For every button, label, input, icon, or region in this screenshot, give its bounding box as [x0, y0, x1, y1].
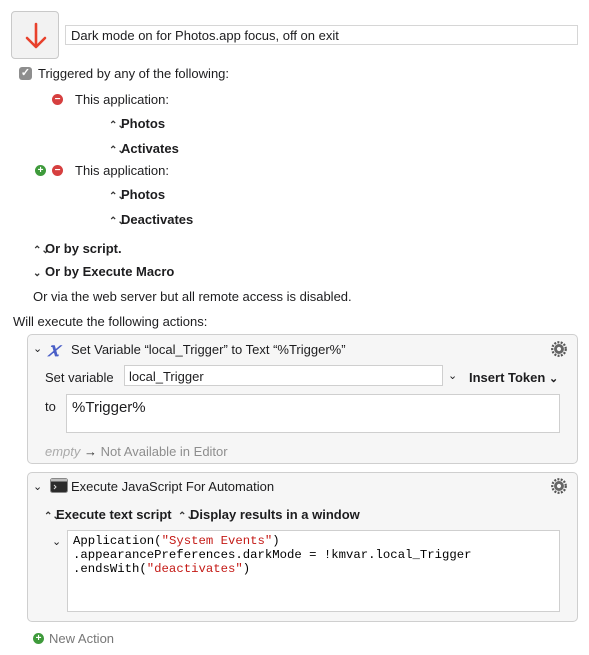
script-editor[interactable]: Application("System Events") .appearance… — [67, 530, 560, 612]
code-string: "deactivates" — [146, 562, 243, 576]
code-token: ) — [272, 534, 280, 548]
code-token: Application( — [73, 534, 162, 548]
execute-option-select[interactable]: ⌃⌄Execute text script — [44, 507, 172, 522]
variable-x-icon: 𝑥 — [48, 337, 60, 361]
remove-trigger-1-icon[interactable]: − — [52, 94, 63, 105]
or-by-execute-macro-label: Or by Execute Macro — [45, 264, 175, 279]
collapse-chevron-icon[interactable]: ⌄ — [33, 342, 42, 355]
new-action-icon[interactable]: + — [33, 633, 44, 644]
updown-chevron-icon: ⌃⌄ — [109, 145, 126, 156]
updown-chevron-icon: ⌃⌄ — [44, 511, 61, 522]
code-string: "System Events" — [161, 534, 273, 548]
new-action-button[interactable]: New Action — [49, 631, 114, 646]
set-variable-title: Set Variable “local_Trigger” to Text “%T… — [71, 342, 346, 357]
trigger-1-app-select[interactable]: ⌃⌄Photos — [109, 116, 165, 131]
updown-chevron-icon: ⌃⌄ — [109, 216, 126, 227]
or-by-script-label: Or by script. — [45, 241, 122, 256]
jxa-title: Execute JavaScript For Automation — [71, 479, 275, 494]
remove-trigger-2-icon[interactable]: − — [52, 165, 63, 176]
actions-heading: Will execute the following actions: — [13, 314, 208, 329]
code-token: ) — [242, 562, 251, 576]
gear-icon[interactable] — [550, 340, 568, 358]
arrow-right-icon: → — [84, 444, 98, 459]
trigger-2-app: Photos — [121, 187, 166, 202]
display-option-label: Display results in a window — [190, 507, 360, 522]
gear-icon[interactable] — [550, 477, 568, 495]
display-option-select[interactable]: ⌃⌄Display results in a window — [178, 507, 360, 522]
triggered-label: Triggered by any of the following: — [38, 66, 230, 81]
chevron-down-icon: ⌄ — [548, 373, 559, 385]
or-by-script-toggle[interactable]: ⌃⌄Or by script. — [33, 241, 122, 256]
code-token: .endsWith( — [73, 562, 147, 576]
add-trigger-icon[interactable]: + — [35, 165, 46, 176]
trigger-1-app: Photos — [121, 116, 166, 131]
arrow-down-icon — [25, 22, 47, 49]
updown-chevron-icon: ⌃⌄ — [109, 191, 126, 202]
insert-token-button[interactable]: Insert Token ⌄ — [469, 370, 558, 385]
empty-label: empty — [45, 444, 81, 459]
code-line-3: .endsWith("deactivates") — [73, 562, 554, 576]
set-variable-action[interactable]: ⌄ 𝑥 Set Variable “local_Trigger” to Text… — [27, 334, 578, 464]
code-token: .appearancePreferences.darkMode = !kmvar… — [73, 548, 472, 562]
trigger-1-event-select[interactable]: ⌃⌄Activates — [109, 141, 179, 156]
macro-icon[interactable] — [11, 11, 59, 59]
to-value-field[interactable]: %Trigger% — [66, 394, 560, 433]
updown-chevron-icon: ⌃⌄ — [178, 511, 195, 522]
insert-token-label: Insert Token — [469, 370, 546, 385]
variable-dropdown-chevron-icon[interactable]: ⌄ — [448, 369, 457, 382]
trigger-2-label: This application: — [75, 163, 169, 178]
or-by-execute-macro-toggle[interactable]: ⌄ Or by Execute Macro — [33, 264, 174, 279]
trigger-2-event: Deactivates — [121, 212, 194, 227]
variable-name-input[interactable]: local_Trigger — [124, 365, 443, 386]
terminal-icon — [50, 478, 68, 493]
code-collapse-chevron-icon[interactable]: ⌄ — [52, 535, 61, 548]
chevron-down-icon: ⌄ — [33, 268, 42, 279]
empty-preview: empty → Not Available in Editor — [45, 444, 228, 459]
execute-jxa-action[interactable]: ⌄ Execute JavaScript For Automation ⌃⌄Ex… — [27, 472, 578, 622]
set-variable-label: Set variable — [45, 370, 114, 385]
execute-option-label: Execute text script — [56, 507, 172, 522]
to-label: to — [45, 399, 56, 414]
not-available-label: Not Available in Editor — [100, 444, 228, 459]
trigger-2-app-select[interactable]: ⌃⌄Photos — [109, 187, 165, 202]
triggered-checkbox[interactable]: ✓ — [19, 67, 32, 80]
collapse-chevron-icon[interactable]: ⌄ — [33, 480, 42, 493]
web-server-note: Or via the web server but all remote acc… — [33, 289, 352, 304]
trigger-1-label: This application: — [75, 92, 169, 107]
code-line-1: Application("System Events") — [73, 534, 554, 548]
updown-chevron-icon: ⌃⌄ — [33, 245, 50, 256]
trigger-1-event: Activates — [121, 141, 179, 156]
updown-chevron-icon: ⌃⌄ — [109, 120, 126, 131]
macro-name-field[interactable]: Dark mode on for Photos.app focus, off o… — [65, 25, 578, 45]
trigger-2-event-select[interactable]: ⌃⌄Deactivates — [109, 212, 193, 227]
code-line-2: .appearancePreferences.darkMode = !kmvar… — [73, 548, 554, 562]
